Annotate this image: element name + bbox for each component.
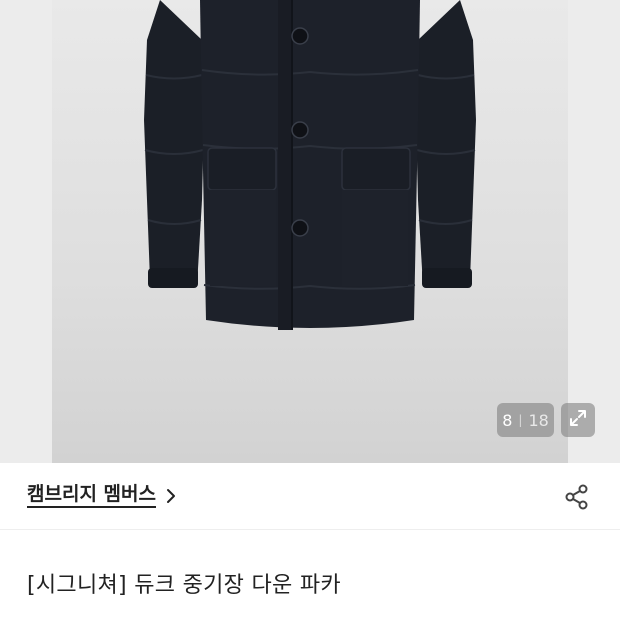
- chevron-right-icon: [165, 488, 177, 504]
- image-counter: 8 | 18: [497, 403, 554, 437]
- brand-link[interactable]: 캠브리지 멤버스: [27, 483, 177, 508]
- product-title: [시그니쳐] 듀크 중기장 다운 파카: [27, 573, 341, 598]
- image-counter-total: 18: [528, 410, 549, 430]
- share-icon: [563, 484, 591, 515]
- image-counter-separator: |: [518, 413, 523, 427]
- expand-image-button[interactable]: [561, 403, 595, 437]
- expand-icon: [568, 408, 588, 432]
- product-image-gallery[interactable]: 8 | 18: [0, 0, 620, 463]
- image-counter-current: 8: [502, 410, 513, 430]
- down-jacket-photo: [144, 0, 476, 330]
- brand-name: 캠브리지 멤버스: [27, 483, 156, 508]
- brand-row: 캠브리지 멤버스: [0, 463, 620, 530]
- share-button[interactable]: [563, 483, 591, 515]
- product-photo[interactable]: [52, 0, 568, 463]
